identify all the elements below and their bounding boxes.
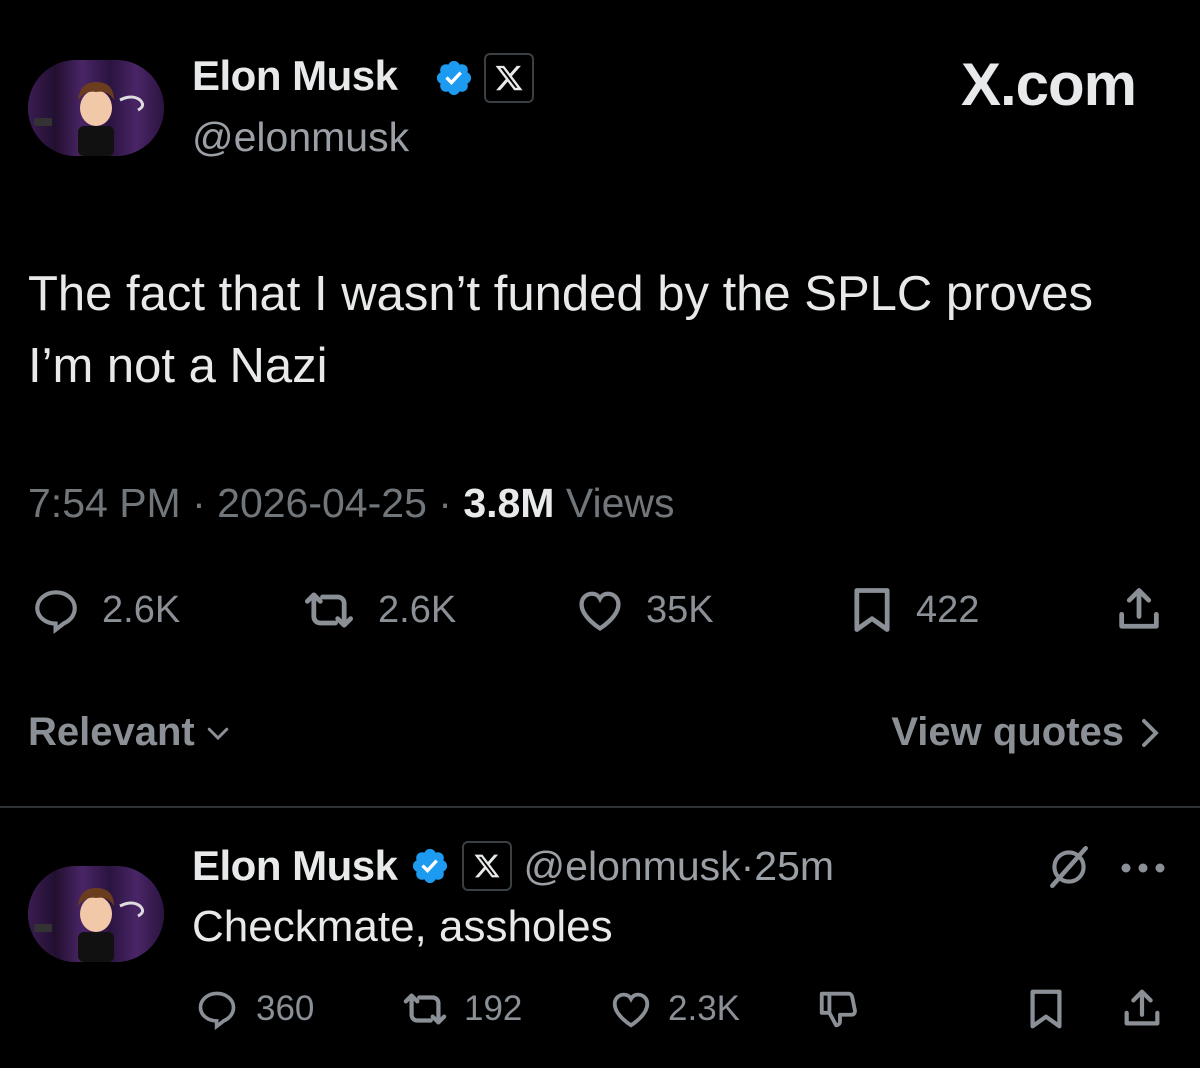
bookmark-icon xyxy=(1030,989,1062,1029)
reply-button[interactable]: 2.6K xyxy=(26,584,180,636)
brand-label: X.com xyxy=(960,51,1137,118)
x-logo-icon xyxy=(495,65,523,91)
more-icon[interactable] xyxy=(1118,862,1168,874)
reply-count: 2.6K xyxy=(102,588,181,631)
reply-like-button[interactable]: 2.3K xyxy=(604,986,740,1032)
reply-text: Checkmate, assholes xyxy=(192,902,613,951)
share-icon xyxy=(1119,588,1159,629)
repost-icon xyxy=(403,993,447,1025)
verified-badge-icon xyxy=(412,848,447,884)
reply-share-button[interactable] xyxy=(1116,986,1168,1032)
like-icon xyxy=(579,591,621,631)
like-button[interactable]: 35K xyxy=(570,584,714,636)
sort-label: Relevant xyxy=(28,710,195,754)
x-affiliate-badge[interactable] xyxy=(484,53,534,103)
meta-separator: · xyxy=(180,480,218,526)
x-logo-icon xyxy=(473,854,500,878)
chevron-down-icon xyxy=(207,727,228,740)
reply-dislike-button[interactable] xyxy=(814,986,864,1032)
tweet-date[interactable]: 2026-04-25 xyxy=(217,480,427,526)
dislike-icon xyxy=(819,991,857,1028)
like-icon xyxy=(612,992,650,1028)
reply-bookmark-button[interactable] xyxy=(1022,986,1070,1032)
meta-separator: · xyxy=(740,842,755,889)
views-count: 3.8M xyxy=(463,480,555,526)
tweet-time[interactable]: 7:54 PM xyxy=(28,480,181,526)
reply-icon xyxy=(198,991,236,1031)
reply-reply-button[interactable]: 360 xyxy=(192,986,314,1032)
tweet-meta: 7:54 PM · 2026-04-25 · 3.8M Views xyxy=(28,480,675,527)
repost-button[interactable]: 2.6K xyxy=(296,584,456,636)
reply-header: Elon Musk @elonmusk · 25m xyxy=(192,840,834,892)
reply-time[interactable]: 25m xyxy=(754,843,834,890)
reply-repost-button[interactable]: 192 xyxy=(396,986,522,1032)
reply-author-handle[interactable]: @elonmusk xyxy=(524,843,741,890)
view-quotes-label: View quotes xyxy=(891,710,1124,754)
sort-dropdown[interactable]: Relevant xyxy=(28,710,233,755)
repost-count: 2.6K xyxy=(378,588,457,631)
avatar[interactable] xyxy=(28,60,164,156)
bookmark-icon xyxy=(854,588,890,632)
reply-repost-count: 192 xyxy=(464,989,523,1028)
views-label: Views xyxy=(554,480,675,526)
reply-avatar[interactable] xyxy=(28,866,164,962)
divider xyxy=(0,806,1200,808)
verified-badge-icon xyxy=(436,60,472,96)
bookmark-button[interactable]: 422 xyxy=(844,584,979,636)
author-handle[interactable]: @elonmusk xyxy=(192,114,409,161)
bookmark-count: 422 xyxy=(916,588,980,631)
x-affiliate-badge[interactable] xyxy=(461,841,512,891)
reply-icon xyxy=(35,590,77,635)
chevron-right-icon xyxy=(1142,718,1159,747)
grok-icon[interactable] xyxy=(1044,842,1094,892)
share-icon xyxy=(1124,989,1160,1026)
view-quotes-link[interactable]: View quotes xyxy=(891,710,1162,755)
meta-separator: · xyxy=(426,480,464,526)
reply-like-count: 2.3K xyxy=(668,989,740,1028)
reply-reply-count: 360 xyxy=(256,989,315,1028)
like-count: 35K xyxy=(646,588,714,631)
x-com-brand: X.com xyxy=(960,50,1137,119)
author-name[interactable]: Elon Musk xyxy=(192,52,398,100)
share-button[interactable] xyxy=(1110,584,1168,636)
reply-author-name[interactable]: Elon Musk xyxy=(192,842,398,890)
repost-icon xyxy=(304,592,354,628)
tweet-text: The fact that I wasn’t funded by the SPL… xyxy=(28,267,1093,393)
